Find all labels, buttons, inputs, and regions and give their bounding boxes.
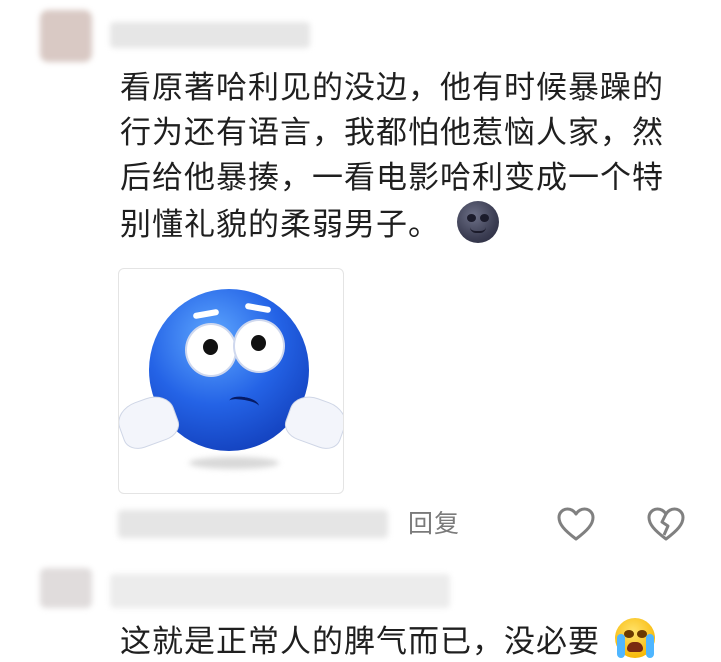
loudly-crying-face-icon [614,618,655,658]
reply-comment-body: 这就是正常人的脾气而已，没必要 [120,618,655,662]
reply-commenter-name[interactable] [110,574,450,608]
comment-text: 看原著哈利见的没边，他有时候暴躁的行为还有语言，我都怕他惹恼人家，然后给他暴揍，… [120,70,664,243]
commenter-name[interactable] [110,22,310,48]
reply-comment-text: 这就是正常人的脾气而已，没必要 [120,624,600,660]
commenter-avatar[interactable] [40,10,92,62]
heart-outline-icon[interactable] [556,505,596,545]
comment-sticker-image[interactable] [118,268,344,494]
reply-button[interactable]: 回复 [408,508,460,540]
reply-commenter-avatar[interactable] [40,568,92,608]
comment-timestamp [118,510,388,538]
new-moon-face-icon [456,201,499,243]
comment-body: 看原著哈利见的没边，他有时候暴躁的行为还有语言，我都怕他惹恼人家，然后给他暴揍，… [120,66,690,248]
broken-heart-outline-icon[interactable] [646,505,686,545]
